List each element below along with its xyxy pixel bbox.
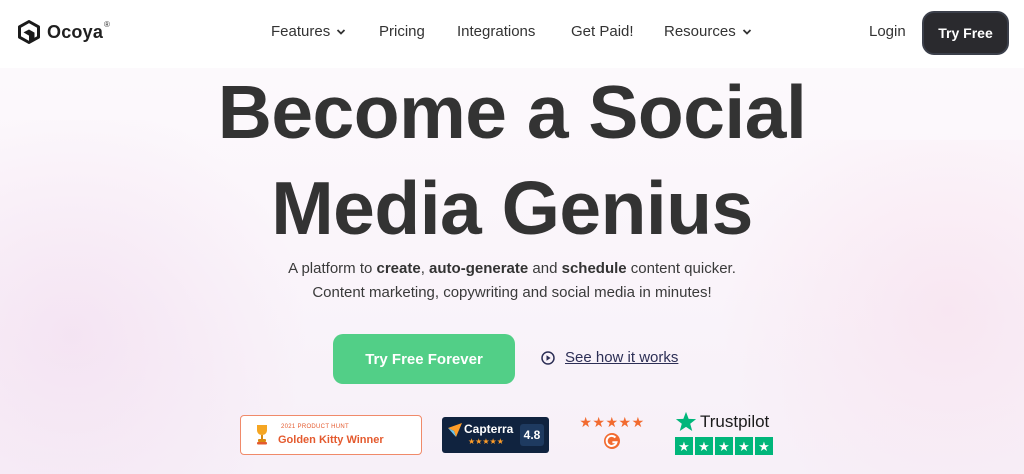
g2-stars: ★★★★★ — [579, 414, 645, 430]
brand-name: Ocoya — [47, 21, 104, 42]
try-free-button[interactable]: Try Free — [922, 11, 1009, 55]
capterra-name: Capterra — [464, 422, 514, 436]
g2-logo-icon — [604, 433, 620, 449]
play-circle-icon — [541, 350, 555, 365]
subtitle-keyword-create: create — [376, 260, 421, 277]
capterra-arrow-icon — [448, 423, 462, 437]
trustpilot-name: Trustpilot — [700, 412, 770, 431]
subtitle-text: , — [420, 260, 430, 277]
login-link[interactable]: Login — [869, 23, 906, 40]
see-how-it-works-label: See how it works — [565, 349, 679, 366]
hexagon-logo-icon — [18, 20, 40, 44]
nav-item-resources[interactable]: Resources — [664, 23, 752, 40]
trustpilot-rating-star: ★ — [755, 437, 773, 455]
hero-title-line-2: Media Genius — [271, 166, 753, 250]
nav-item-label: Integrations — [457, 23, 536, 40]
hero-title-line-1: Become a Social — [217, 70, 807, 154]
subtitle-keyword-auto-generate: auto-generate — [429, 260, 529, 277]
subtitle-text: A platform to — [288, 260, 377, 277]
capterra-stars: ★★★★★ — [468, 437, 504, 446]
top-navigation-bar: Ocoya ® Features Pricing Integrations Ge… — [0, 0, 1024, 68]
see-how-it-works-link[interactable]: See how it works — [541, 349, 678, 366]
golden-kitty-label: Golden Kitty Winner — [278, 434, 384, 446]
nav-item-label: Features — [271, 23, 331, 40]
trustpilot-rating-star: ★ — [695, 437, 713, 455]
trustpilot-rating-star: ★ — [675, 437, 693, 455]
brand-logo-link[interactable]: Ocoya ® — [18, 20, 110, 44]
subtitle-text: content quicker. — [626, 260, 736, 277]
nav-item-get-paid[interactable]: Get Paid! — [571, 23, 634, 40]
subtitle-line-2: Content marketing, copywriting and socia… — [312, 284, 712, 301]
nav-item-label: Get Paid! — [571, 23, 634, 40]
subtitle-line-1: A platform to create, auto-generate and … — [0, 257, 1024, 281]
try-free-forever-button[interactable]: Try Free Forever — [333, 334, 515, 384]
trustpilot-rating-star: ★ — [735, 437, 753, 455]
chevron-down-icon — [742, 28, 751, 35]
nav-item-pricing[interactable]: Pricing — [379, 23, 425, 40]
g2-badge[interactable]: ★★★★★ — [573, 414, 651, 454]
nav-item-features[interactable]: Features — [271, 23, 346, 40]
trustpilot-badge[interactable]: Trustpilot ★ ★ ★ ★ ★ — [675, 411, 775, 457]
hero-subtitle: A platform to create, auto-generate and … — [0, 257, 1024, 305]
nav-item-label: Pricing — [379, 23, 425, 40]
registered-mark: ® — [104, 19, 110, 29]
trustpilot-rating-stars: ★ ★ ★ ★ ★ — [675, 437, 775, 455]
capterra-score: 4.8 — [520, 424, 544, 446]
nav-item-integrations[interactable]: Integrations — [457, 23, 535, 40]
subtitle-text: and — [528, 260, 562, 277]
product-hunt-year-label: 2021 PRODUCT HUNT — [281, 424, 350, 430]
trustpilot-star-icon — [675, 411, 697, 431]
hero-title: Become a Social Media Genius — [0, 64, 1024, 256]
product-hunt-badge[interactable]: 2021 PRODUCT HUNT Golden Kitty Winner — [240, 415, 422, 455]
subtitle-keyword-schedule: schedule — [561, 260, 627, 277]
trophy-icon — [257, 425, 267, 445]
trustpilot-rating-star: ★ — [715, 437, 733, 455]
chevron-down-icon — [337, 28, 346, 35]
capterra-badge[interactable]: Capterra ★★★★★ 4.8 — [442, 417, 549, 453]
nav-item-label: Resources — [664, 23, 736, 40]
